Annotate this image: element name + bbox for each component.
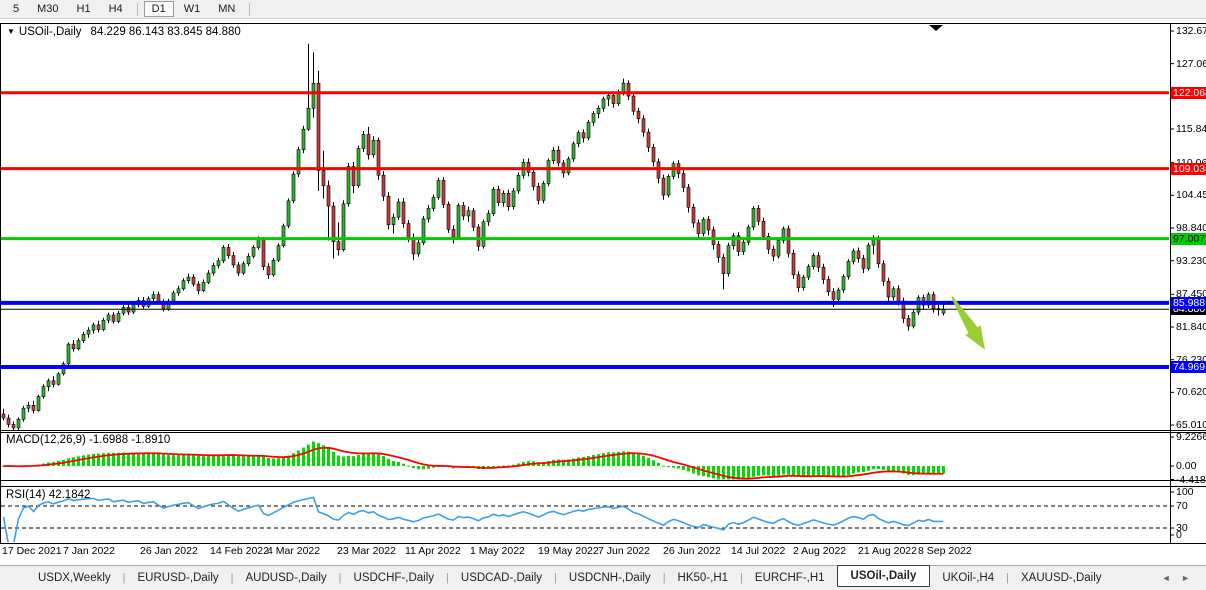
macd-histogram xyxy=(2,442,945,480)
macd-tick: 0.00 xyxy=(1176,460,1196,472)
date-label: 8 Sep 2022 xyxy=(918,545,972,557)
macd-label: MACD(12,26,9) -1.6988 -1.8910 xyxy=(6,434,170,446)
date-label: 23 Mar 2022 xyxy=(337,545,396,557)
rsi-label: RSI(14) 42.1842 xyxy=(6,489,90,501)
date-label: 21 Aug 2022 xyxy=(858,545,917,557)
tab-audusd-daily[interactable]: AUDUSD-,Daily xyxy=(234,569,339,587)
macd-tick: -4.4188 xyxy=(1176,474,1206,486)
date-label: 14 Jul 2022 xyxy=(731,545,785,557)
price-tick: 132.670 xyxy=(1176,25,1206,37)
tab-usdcad-daily[interactable]: USDCAD-,Daily xyxy=(449,569,554,587)
price-tick: 65.010 xyxy=(1176,419,1206,431)
dropdown-arrow-icon[interactable]: ▼ xyxy=(7,27,15,36)
hline-price-label: 109.036 xyxy=(1171,163,1206,175)
chart-shift-marker-icon xyxy=(929,25,943,31)
tab-usoil-daily[interactable]: USOil-,Daily xyxy=(837,565,931,587)
rsi-line xyxy=(4,497,944,544)
tab-scroll-arrows[interactable]: ◄ ► xyxy=(1162,573,1194,583)
date-label: 1 May 2022 xyxy=(470,545,525,557)
price-tick: 70.620 xyxy=(1176,386,1206,398)
date-label: 7 Jan 2022 xyxy=(63,545,115,557)
date-label: 26 Jun 2022 xyxy=(663,545,721,557)
time-axis: 17 Dec 20217 Jan 2022 26 Jan 2022 14 Feb 2… xyxy=(0,545,1170,559)
tab-usdx-weekly[interactable]: USDX,Weekly xyxy=(26,569,123,587)
mt4-window: 5M30H1H4D1W1MN ▼USOil-,Daily84.229 86.14… xyxy=(0,0,1206,590)
hline-price-label: 85.988 xyxy=(1171,297,1206,309)
tab-eurchf-h1[interactable]: EURCHF-,H1 xyxy=(743,569,837,587)
tab-eurusd-daily[interactable]: EURUSD-,Daily xyxy=(126,569,231,587)
date-label: 7 Jun 2022 xyxy=(598,545,650,557)
date-label: 11 Apr 2022 xyxy=(405,545,461,557)
tab-hk50-h1[interactable]: HK50-,H1 xyxy=(666,569,741,587)
date-label: 26 Jan 2022 xyxy=(140,545,198,557)
rsi-tick: 100 xyxy=(1176,486,1194,498)
hline-price-label: 97.007 xyxy=(1171,233,1206,245)
price-tick: 93.230 xyxy=(1176,255,1206,267)
hline-price-label: 74.969 xyxy=(1171,361,1206,373)
chart-canvas[interactable] xyxy=(0,0,1206,590)
tab-ukoil-h4[interactable]: UKOil-,H4 xyxy=(930,569,1006,587)
price-tick: 104.450 xyxy=(1176,189,1206,201)
tab-usdchf-daily[interactable]: USDCHF-,Daily xyxy=(342,569,447,587)
date-label: 4 Mar 2022 xyxy=(267,545,320,557)
price-axis: 132.670127.060121.450115.840110.060104.4… xyxy=(1170,0,1206,560)
macd-tick: 9.2266 xyxy=(1176,431,1206,443)
chart-ohlc-values: 84.229 86.143 83.845 84.880 xyxy=(91,26,241,38)
chart-symbol-label: USOil-,Daily xyxy=(19,26,82,38)
price-tick: 115.840 xyxy=(1176,123,1206,135)
chart-tabs: USDX,Weekly|EURUSD-,Daily|AUDUSD-,Daily|… xyxy=(26,567,1114,589)
date-label: 19 May 2022 xyxy=(538,545,599,557)
chart-title: ▼ USOil-,Daily 84.229 86.143 83.845 84.880 xyxy=(7,26,241,38)
tab-usdcnh-daily[interactable]: USDCNH-,Daily xyxy=(557,569,663,587)
rsi-tick: 0 xyxy=(1176,529,1182,541)
rsi-tick: 70 xyxy=(1176,500,1188,512)
tab-xauusd-daily[interactable]: XAUUSD-,Daily xyxy=(1009,569,1114,587)
date-label: 17 Dec 2021 xyxy=(2,545,62,557)
date-label: 2 Aug 2022 xyxy=(793,545,846,557)
price-tick: 127.060 xyxy=(1176,58,1206,70)
hline-price-label: 122.068 xyxy=(1171,87,1206,99)
date-label: 14 Feb 2022 xyxy=(210,545,269,557)
chart-tab-bar: USDX,Weekly|EURUSD-,Daily|AUDUSD-,Daily|… xyxy=(0,565,1206,590)
price-tick: 81.840 xyxy=(1176,321,1206,333)
